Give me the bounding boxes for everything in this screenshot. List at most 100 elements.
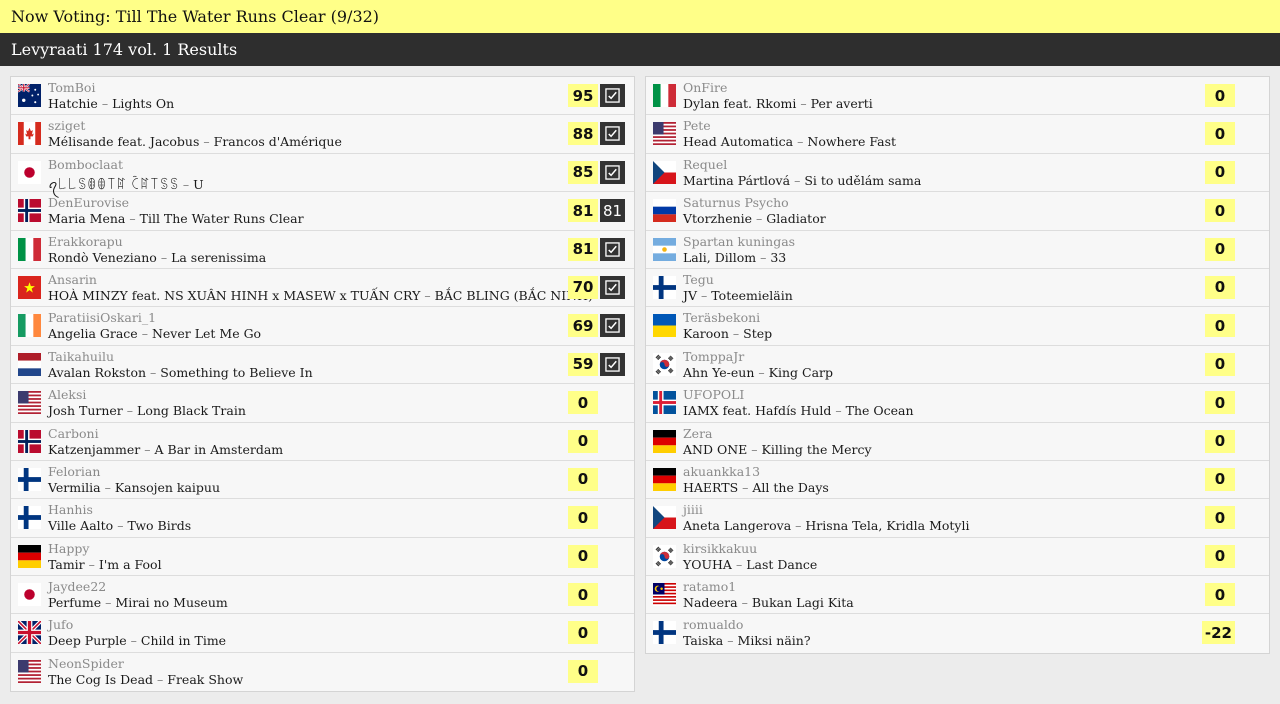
song-title: Gladiator: [766, 211, 826, 227]
voter-name[interactable]: romualdo: [683, 617, 743, 632]
song-separator: –: [794, 172, 801, 188]
song-separator: –: [797, 134, 804, 150]
voter-name[interactable]: Hanhis: [48, 502, 93, 517]
score-badge: 81: [568, 199, 598, 223]
song-artist: Mélisande feat. Jacobus: [48, 134, 200, 150]
song-info: Maria Mena – Till The Water Runs Clear: [48, 211, 304, 226]
result-row: romualdo Taiska – Miksi näin? -22: [646, 614, 1269, 652]
voter-name[interactable]: Aleksi: [48, 387, 86, 402]
song-title: The Ocean: [845, 403, 914, 419]
song-separator: –: [727, 633, 734, 649]
voter-name[interactable]: Jaydee22: [48, 579, 106, 594]
voter-name[interactable]: Saturnus Psycho: [683, 195, 789, 210]
song-info: Tamir – I'm a Fool: [48, 557, 162, 572]
result-row: Carboni Katzenjammer – A Bar in Amsterdam 0: [11, 423, 634, 461]
song-separator: –: [795, 518, 802, 534]
result-row: Pete Head Automatica – Nowhere Fast 0: [646, 115, 1269, 154]
checked-box-icon[interactable]: [600, 122, 625, 146]
song-artist: HAERTS: [683, 479, 739, 495]
song-artist: Josh Turner: [48, 403, 123, 419]
voter-name[interactable]: NeonSpider: [48, 656, 124, 671]
voter-name[interactable]: OnFire: [683, 80, 727, 95]
song-info: IAMX feat. Hafdís Huld – The Ocean: [683, 403, 914, 418]
voter-name[interactable]: Happy: [48, 541, 89, 556]
voter-name[interactable]: Pete: [683, 118, 711, 133]
checked-box-icon[interactable]: [600, 275, 625, 299]
score-badge: 0: [568, 467, 598, 491]
voter-name[interactable]: Ansarin: [48, 272, 97, 287]
song-separator: –: [150, 364, 157, 380]
checked-box-icon[interactable]: [600, 314, 625, 338]
flag-nl-icon: [18, 352, 41, 376]
voter-name[interactable]: Zera: [683, 426, 713, 441]
voter-name[interactable]: jiiii: [683, 502, 703, 517]
flag-ru-icon: [653, 199, 676, 223]
voter-name[interactable]: ParatiisiOskari_1: [48, 310, 156, 325]
song-artist: Tamir: [48, 556, 85, 572]
voter-name[interactable]: Felorian: [48, 464, 100, 479]
result-row: Teräsbekoni Karoon – Step 0: [646, 307, 1269, 346]
song-artist: Ahn Ye-eun: [683, 364, 755, 380]
result-row: Taikahuilu Avalan Rokston – Something to Be…: [11, 346, 634, 385]
flag-it-icon: [653, 84, 676, 107]
song-artist: Perfume: [48, 595, 102, 611]
song-separator: –: [141, 326, 148, 342]
song-artist: HOÀ MINZY feat. NS XUÂN HINH x MASEW x T…: [48, 287, 421, 303]
checked-box-icon[interactable]: [600, 160, 625, 184]
song-artist: Maria Mena: [48, 211, 126, 227]
flag-jp-icon: [18, 160, 41, 184]
song-info: Rondò Veneziano – La serenissima: [48, 250, 266, 265]
voter-name[interactable]: Bomboclaat: [48, 157, 123, 172]
voter-name[interactable]: Erakkorapu: [48, 234, 123, 249]
score-badge: 0: [568, 506, 598, 530]
voter-name[interactable]: kirsikkakuu: [683, 541, 757, 556]
result-row: OnFire Dylan feat. Rkomi – Per averti 0: [646, 77, 1269, 116]
song-info: Vermilia – Kansojen kaipuu: [48, 480, 220, 495]
voter-name[interactable]: TomppaJr: [683, 349, 744, 364]
score-badge: 0: [568, 429, 598, 453]
song-info: The Cog Is Dead – Freak Show: [48, 672, 243, 687]
checked-box-icon[interactable]: [600, 352, 625, 376]
voter-name[interactable]: UFOPOLI: [683, 387, 744, 402]
flag-ua-icon: [653, 314, 676, 338]
song-separator: –: [130, 633, 137, 649]
song-title: Long Black Train: [137, 403, 246, 419]
song-info: Ville Aalto – Two Birds: [48, 518, 191, 533]
song-info: Taiska – Miksi näin?: [683, 633, 811, 648]
song-artist: Dylan feat. Rkomi: [683, 96, 797, 111]
song-title: Miksi näin?: [737, 633, 811, 649]
song-info: Head Automatica – Nowhere Fast: [683, 134, 896, 149]
song-separator: –: [756, 211, 763, 227]
voter-name[interactable]: Teräsbekoni: [683, 310, 760, 325]
song-artist: ꪖ꒒꒒ꌗꂦꂦ꓄ꍏ ꉓꍏ꓄ꌗꌗ: [48, 176, 179, 192]
voter-name[interactable]: Jufo: [48, 617, 73, 632]
voter-name[interactable]: Tegu: [683, 272, 714, 287]
result-row: Spartan kuningas Lali, Dillom –33 0: [646, 231, 1269, 269]
score-badge: 0: [1205, 467, 1235, 491]
checked-box-icon[interactable]: [600, 84, 625, 107]
voter-name[interactable]: sziget: [48, 118, 85, 133]
results-title: Levyraati 174 vol. 1 Results: [11, 40, 238, 59]
own-score-box[interactable]: 81: [600, 199, 625, 223]
song-artist: JV: [683, 287, 698, 303]
result-row: Aleksi Josh Turner – Long Black Train 0: [11, 384, 634, 423]
score-badge: 69: [568, 314, 598, 338]
voter-name[interactable]: Spartan kuningas: [683, 234, 795, 249]
song-separator: –: [157, 671, 164, 687]
voter-name[interactable]: Carboni: [48, 426, 99, 441]
flag-de-icon: [18, 544, 41, 568]
voter-name[interactable]: akuankka13: [683, 464, 760, 479]
voter-name[interactable]: TomBoi: [48, 80, 95, 95]
voter-name[interactable]: DenEurovise: [48, 195, 129, 210]
result-row: UFOPOLI IAMX feat. Hafdís Huld – The Ocean 0: [646, 384, 1269, 423]
song-title: Kansojen kaipuu: [114, 479, 221, 495]
voter-name[interactable]: ratamo1: [683, 579, 736, 594]
score-badge: 0: [568, 583, 598, 607]
voter-name[interactable]: Taikahuilu: [48, 349, 114, 364]
flag-us-icon: [18, 659, 41, 683]
voter-name[interactable]: Requel: [683, 157, 727, 172]
song-title: Freak Show: [167, 671, 244, 687]
result-row: Saturnus Psycho Vtorzhenie – Gladiator 0: [646, 192, 1269, 231]
checked-box-icon[interactable]: [600, 237, 625, 261]
song-title: Till The Water Runs Clear: [139, 211, 304, 227]
